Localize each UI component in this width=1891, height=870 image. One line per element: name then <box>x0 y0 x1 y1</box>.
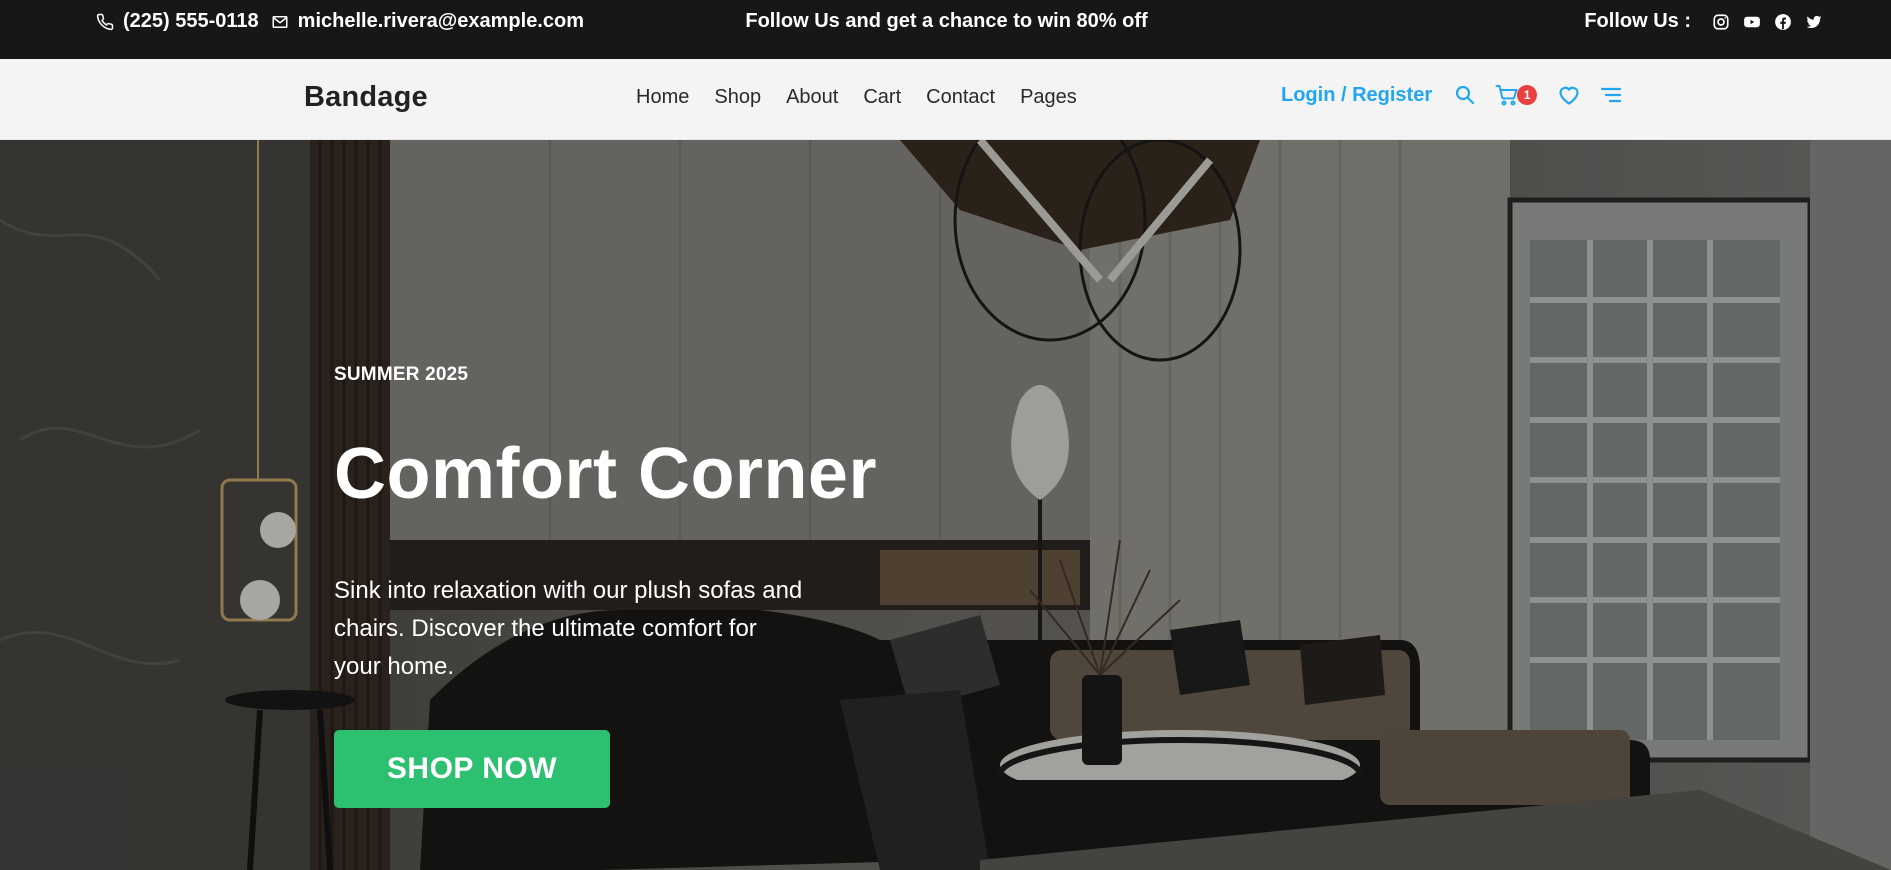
hero-description: Sink into relaxation with our plush sofa… <box>334 577 803 680</box>
hero-content: SUMMER 2025 Comfort Corner Sink into rel… <box>334 364 877 808</box>
twitter-icon[interactable] <box>1805 13 1823 31</box>
nav-link-shop[interactable]: Shop <box>714 86 761 109</box>
follow-label: Follow Us : <box>1584 10 1691 32</box>
brand-logo[interactable]: Bandage <box>304 81 428 114</box>
youtube-icon[interactable] <box>1743 13 1761 31</box>
heart-icon[interactable] <box>1557 83 1581 107</box>
facebook-icon[interactable] <box>1774 13 1792 31</box>
cart-button[interactable]: 1 <box>1495 83 1538 107</box>
hero-banner: SUMMER 2025 Comfort Corner Sink into rel… <box>0 140 1891 870</box>
nav-link-contact[interactable]: Contact <box>926 86 995 109</box>
navbar: Bandage Home Shop About Cart Contact Pag… <box>0 59 1891 140</box>
shop-now-button[interactable]: SHOP NOW <box>334 730 610 808</box>
hero-season-label: SUMMER 2025 <box>334 364 469 385</box>
instagram-icon[interactable] <box>1712 13 1730 31</box>
promo-text: Follow Us and get a chance to win 80% of… <box>745 10 1148 32</box>
social-links: Follow Us : <box>1584 10 1823 33</box>
cart-icon <box>1495 83 1519 107</box>
hero-title: Comfort Corner <box>334 434 877 514</box>
nav-link-pages[interactable]: Pages <box>1020 86 1077 109</box>
cart-count-badge: 1 <box>1517 85 1538 105</box>
nav-link-cart[interactable]: Cart <box>863 86 901 109</box>
hero-overlay <box>0 140 1891 870</box>
main-menu: Home Shop About Cart Contact Pages <box>636 86 1102 109</box>
nav-link-home[interactable]: Home <box>636 86 689 109</box>
search-icon[interactable] <box>1453 83 1477 107</box>
top-bar: (225) 555-0118 michelle.rivera@example.c… <box>0 0 1891 59</box>
nav-link-about[interactable]: About <box>786 86 838 109</box>
nav-actions: Login / Register 1 <box>1281 83 1641 107</box>
login-register-link[interactable]: Login / Register <box>1281 84 1432 107</box>
menu-icon[interactable] <box>1599 83 1623 107</box>
